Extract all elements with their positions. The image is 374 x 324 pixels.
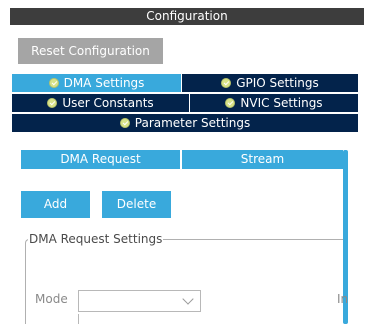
mode-select[interactable] [78, 290, 201, 312]
check-circle-icon [225, 98, 236, 108]
fieldset-border-left [25, 243, 26, 324]
increment-label: In [337, 292, 349, 306]
tab-label: User Constants [62, 96, 154, 110]
mode-label: Mode [35, 292, 68, 306]
tab-nvic-settings[interactable]: NVIC Settings [190, 94, 358, 112]
tab-gpio-settings[interactable]: GPIO Settings [182, 74, 358, 92]
tab-label: Parameter Settings [134, 116, 251, 130]
tab-parameter-settings[interactable]: Parameter Settings [12, 114, 358, 132]
tab-label: DMA Settings [63, 76, 145, 90]
column-header-dma-request[interactable]: DMA Request [21, 150, 180, 169]
tab-label: NVIC Settings [240, 96, 323, 110]
tab-label: GPIO Settings [236, 76, 319, 90]
delete-button[interactable]: Delete [102, 191, 171, 218]
reset-configuration-button[interactable]: Reset Configuration [18, 38, 163, 64]
check-circle-icon [221, 78, 232, 88]
check-circle-icon [47, 98, 58, 108]
tab-dma-settings[interactable]: DMA Settings [12, 74, 182, 92]
dma-request-settings-legend: DMA Request Settings [28, 231, 164, 247]
field-border [78, 314, 79, 324]
check-circle-icon [119, 118, 130, 128]
chevron-down-icon [182, 293, 194, 305]
check-circle-icon [48, 78, 59, 88]
column-header-stream[interactable]: Stream [182, 150, 343, 169]
tab-user-constants[interactable]: User Constants [12, 94, 190, 112]
add-button[interactable]: Add [21, 191, 90, 218]
window-title: Configuration [10, 8, 364, 25]
